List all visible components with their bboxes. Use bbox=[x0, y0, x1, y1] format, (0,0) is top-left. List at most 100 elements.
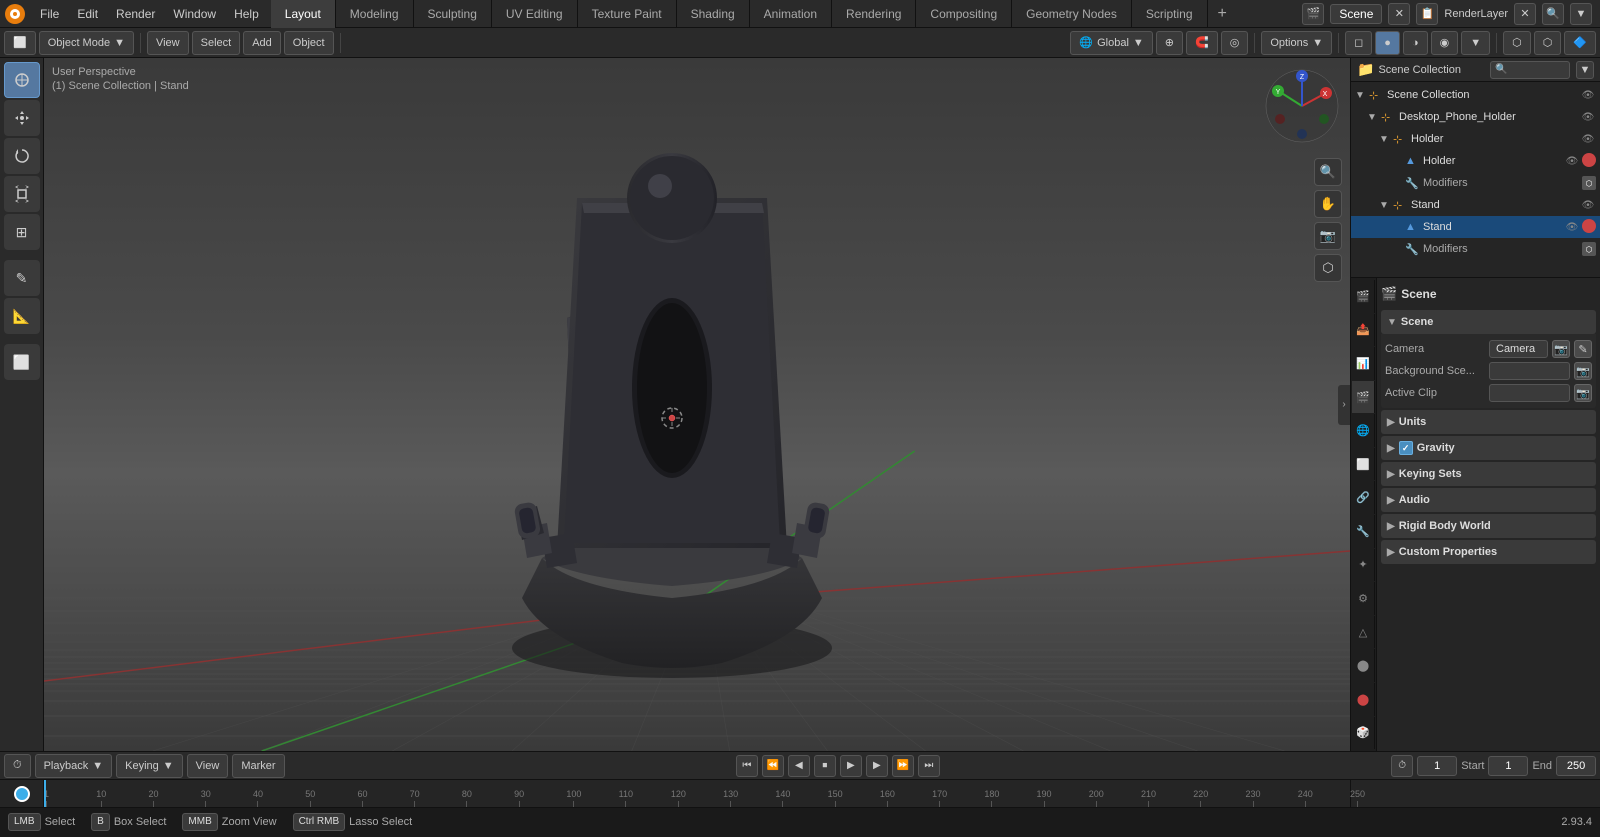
outliner-search[interactable]: 🔍 bbox=[1490, 61, 1570, 79]
gizmo-btn[interactable]: 🔷 bbox=[1564, 31, 1596, 55]
camera-edit-btn[interactable]: ✎ bbox=[1574, 340, 1592, 358]
keying-sets-header[interactable]: ▶ Keying Sets bbox=[1381, 462, 1596, 486]
prop-tab-material[interactable]: ⬤ bbox=[1352, 649, 1375, 682]
scrubber-track[interactable]: 1102030405060708090100110120130140150160… bbox=[44, 780, 1350, 807]
object-menu-btn[interactable]: Object bbox=[284, 31, 334, 55]
bg-scene-value[interactable] bbox=[1489, 362, 1570, 380]
engine-selector[interactable]: 🎬 bbox=[1302, 3, 1324, 25]
scene-name-field[interactable]: Scene bbox=[1330, 4, 1382, 24]
tab-modeling[interactable]: Modeling bbox=[336, 0, 414, 28]
options-btn[interactable]: Options ▼ bbox=[1261, 31, 1332, 55]
visibility-btn[interactable]: 👁 bbox=[1580, 131, 1596, 147]
tab-compositing[interactable]: Compositing bbox=[916, 0, 1012, 28]
go-start-btn[interactable]: ⏮ bbox=[736, 755, 758, 777]
prop-tab-view-layer[interactable]: 📊 bbox=[1352, 347, 1375, 380]
bg-scene-pick-btn[interactable]: 📷 bbox=[1574, 362, 1592, 380]
prop-tab-shader[interactable]: ⬤ bbox=[1352, 683, 1375, 716]
prop-tab-render-settings[interactable]: 🎲 bbox=[1352, 717, 1375, 750]
render-layer-selector[interactable]: 📋 bbox=[1416, 3, 1438, 25]
prop-tab-output[interactable]: 📤 bbox=[1352, 314, 1375, 347]
add-workspace-btn[interactable]: + bbox=[1208, 0, 1237, 28]
mode-select[interactable]: Object Mode ▼ bbox=[39, 31, 134, 55]
visibility-btn[interactable]: 👁 bbox=[1564, 219, 1580, 235]
marker-menu[interactable]: Marker bbox=[232, 754, 284, 778]
tab-uv-editing[interactable]: UV Editing bbox=[492, 0, 578, 28]
camera-value[interactable]: Camera bbox=[1489, 340, 1548, 358]
gravity-section-header[interactable]: ▶ ✓ Gravity bbox=[1381, 436, 1596, 460]
scale-tool-btn[interactable] bbox=[4, 176, 40, 212]
zoom-in-btn[interactable]: 🔍 bbox=[1314, 158, 1342, 186]
audio-section-header[interactable]: ▶ Audio bbox=[1381, 488, 1596, 512]
timeline-editor-icon[interactable]: ⏱ bbox=[4, 754, 31, 778]
prop-tab-physics[interactable]: ⚙ bbox=[1352, 582, 1375, 615]
tab-sculpting[interactable]: Sculpting bbox=[414, 0, 492, 28]
panel-collapse-btn[interactable]: › bbox=[1338, 385, 1350, 425]
prop-tab-render[interactable]: 🎬 bbox=[1352, 280, 1375, 313]
prop-tab-scene[interactable]: 🎬 bbox=[1352, 381, 1375, 414]
custom-props-header[interactable]: ▶ Custom Properties bbox=[1381, 540, 1596, 564]
add-cube-btn[interactable]: ⬜ bbox=[4, 344, 40, 380]
tab-texture-paint[interactable]: Texture Paint bbox=[578, 0, 677, 28]
tree-stand-mesh[interactable]: ▲ Stand 👁 bbox=[1351, 216, 1600, 238]
tab-layout[interactable]: Layout bbox=[271, 0, 336, 28]
prop-tab-object[interactable]: ⬜ bbox=[1352, 448, 1375, 481]
tab-rendering[interactable]: Rendering bbox=[832, 0, 916, 28]
material-btn[interactable]: ◑ bbox=[1403, 31, 1428, 55]
active-clip-value[interactable] bbox=[1489, 384, 1570, 402]
select-menu-btn[interactable]: Select bbox=[192, 31, 241, 55]
tab-geometry-nodes[interactable]: Geometry Nodes bbox=[1012, 0, 1132, 28]
prop-tab-world[interactable]: 🌐 bbox=[1352, 414, 1375, 447]
transform-tool-btn[interactable]: ⊞ bbox=[4, 214, 40, 250]
measure-tool-btn[interactable]: 📐 bbox=[4, 298, 40, 334]
visibility-btn[interactable]: 👁 bbox=[1580, 87, 1596, 103]
nav-gizmo[interactable]: X Y Z bbox=[1262, 66, 1342, 146]
visibility-btn[interactable]: 👁 bbox=[1580, 197, 1596, 213]
search-btn[interactable]: 🔍 bbox=[1542, 3, 1564, 25]
rotate-tool-btn[interactable] bbox=[4, 138, 40, 174]
prev-frame-btn[interactable]: ◀ bbox=[788, 755, 810, 777]
menu-file[interactable]: File bbox=[32, 5, 67, 23]
pan-btn[interactable]: ✋ bbox=[1314, 190, 1342, 218]
tree-stand-modifiers[interactable]: 🔧 Modifiers ⬡ bbox=[1351, 238, 1600, 260]
keying-menu[interactable]: Keying ▼ bbox=[116, 754, 183, 778]
rigid-body-header[interactable]: ▶ Rigid Body World bbox=[1381, 514, 1596, 538]
outliner-filter-btn[interactable]: ▼ bbox=[1576, 61, 1594, 79]
next-frame-btn[interactable]: ▶ bbox=[866, 755, 888, 777]
current-frame[interactable]: 1 bbox=[1417, 756, 1457, 776]
solid-btn[interactable]: ● bbox=[1375, 31, 1400, 55]
tree-scene-collection[interactable]: ▼ ⊹ Scene Collection 👁 bbox=[1351, 84, 1600, 106]
camera-pick-btn[interactable]: 📷 bbox=[1552, 340, 1570, 358]
menu-help[interactable]: Help bbox=[226, 5, 267, 23]
camera-btn[interactable]: 📷 bbox=[1314, 222, 1342, 250]
cursor-tool-btn[interactable] bbox=[4, 62, 40, 98]
prop-tab-data[interactable]: △ bbox=[1352, 616, 1375, 649]
render-layer-close-btn[interactable]: ✕ bbox=[1514, 3, 1536, 25]
rendered-btn[interactable]: ◉ bbox=[1431, 31, 1459, 55]
xray-btn[interactable]: ⬡ bbox=[1503, 31, 1531, 55]
menu-render[interactable]: Render bbox=[108, 5, 163, 23]
wireframe-btn[interactable]: ◻ bbox=[1345, 31, 1372, 55]
add-menu-btn[interactable]: Add bbox=[243, 31, 281, 55]
filter-btn[interactable]: ▼ bbox=[1570, 3, 1592, 25]
start-frame[interactable]: 1 bbox=[1488, 756, 1528, 776]
tree-phone-holder-col[interactable]: ▼ ⊹ Desktop_Phone_Holder 👁 bbox=[1351, 106, 1600, 128]
move-tool-btn[interactable] bbox=[4, 100, 40, 136]
tab-animation[interactable]: Animation bbox=[750, 0, 832, 28]
tree-stand-col[interactable]: ▼ ⊹ Stand 👁 bbox=[1351, 194, 1600, 216]
next-keyframe-btn[interactable]: ⏩ bbox=[892, 755, 914, 777]
view-menu[interactable]: View bbox=[187, 754, 229, 778]
active-clip-pick-btn[interactable]: 📷 bbox=[1574, 384, 1592, 402]
visibility-btn[interactable]: 👁 bbox=[1564, 153, 1580, 169]
pivot-btn[interactable]: ⊕ bbox=[1156, 31, 1183, 55]
viewport-3d[interactable]: User Perspective (1) Scene Collection | … bbox=[44, 58, 1350, 751]
visibility-btn[interactable]: 👁 bbox=[1580, 109, 1596, 125]
overlay-btn[interactable]: ⬡ bbox=[1534, 31, 1562, 55]
play-btn[interactable]: ▶ bbox=[840, 755, 862, 777]
tab-scripting[interactable]: Scripting bbox=[1132, 0, 1208, 28]
shading-dropdown[interactable]: ▼ bbox=[1461, 31, 1490, 55]
go-end-btn[interactable]: ⏭ bbox=[918, 755, 940, 777]
view-menu-btn[interactable]: View bbox=[147, 31, 189, 55]
prev-keyframe-btn[interactable]: ⏪ bbox=[762, 755, 784, 777]
tree-holder-col[interactable]: ▼ ⊹ Holder 👁 bbox=[1351, 128, 1600, 150]
gravity-checkbox[interactable]: ✓ bbox=[1399, 441, 1413, 455]
